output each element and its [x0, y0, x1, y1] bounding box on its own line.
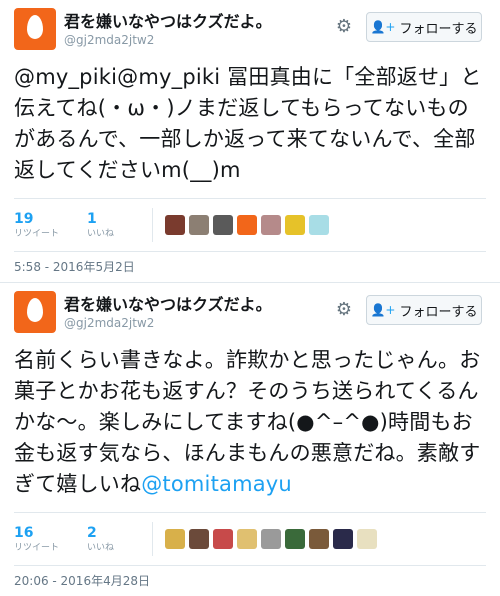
tweet-text-segment: @my_piki@my_piki 冨田真由に「全部返せ」と伝えてね(・ω・)ノま…	[14, 65, 482, 182]
like-stat[interactable]: 2 いいね	[87, 524, 114, 554]
tweet-timestamp[interactable]: 20:06 - 2016年4月28日	[14, 566, 486, 596]
user-avatar-icon[interactable]	[357, 529, 378, 549]
like-count[interactable]: 2	[87, 524, 114, 542]
user-avatar-icon[interactable]	[309, 215, 330, 235]
add-user-icon: 👤+	[370, 303, 396, 317]
user-avatar-icon[interactable]	[237, 529, 258, 549]
follow-button-label: フォローする	[399, 304, 478, 320]
retweet-count[interactable]: 16	[14, 524, 59, 542]
user-avatar-icon[interactable]	[309, 529, 330, 549]
tweet-header: 君を嫌いなやつはクズだよ。 @gj2mda2jtw2 ⚙ 👤+ フォローする	[14, 283, 486, 339]
retweet-stat[interactable]: 16 リツイート	[14, 524, 59, 554]
like-stat[interactable]: 1 いいね	[87, 210, 114, 240]
retweet-label: リツイート	[14, 543, 60, 553]
tweet-stats: 16 リツイート 2 いいね	[14, 512, 486, 566]
add-user-icon: 👤+	[370, 20, 396, 34]
mention-link[interactable]: @tomitamayu	[141, 472, 292, 496]
display-name[interactable]: 君を嫌いなやつはクズだよ。	[64, 12, 272, 32]
retweet-count[interactable]: 19	[14, 210, 59, 228]
user-handle[interactable]: @gj2mda2jtw2	[64, 32, 272, 48]
egg-icon	[27, 298, 43, 322]
like-label: いいね	[87, 229, 115, 239]
retweet-label: リツイート	[14, 229, 60, 239]
tweet-header: 君を嫌いなやつはクズだよ。 @gj2mda2jtw2 ⚙ 👤+ フォローする	[14, 0, 486, 56]
user-avatar-icon[interactable]	[261, 215, 282, 235]
display-name[interactable]: 君を嫌いなやつはクズだよ。	[64, 295, 272, 315]
tweet: 君を嫌いなやつはクズだよ。 @gj2mda2jtw2 ⚙ 👤+ フォローする @…	[0, 0, 500, 282]
user-names[interactable]: 君を嫌いなやつはクズだよ。 @gj2mda2jtw2	[64, 12, 272, 48]
tweet-list: 君を嫌いなやつはクズだよ。 @gj2mda2jtw2 ⚙ 👤+ フォローする @…	[0, 0, 500, 596]
follow-button[interactable]: 👤+ フォローする	[366, 295, 482, 325]
avatar[interactable]	[14, 8, 56, 50]
liker-avatars	[152, 522, 378, 556]
user-avatar-icon[interactable]	[189, 215, 210, 235]
egg-avatar-icon[interactable]	[237, 215, 258, 235]
like-label: いいね	[87, 543, 115, 553]
tweet: 君を嫌いなやつはクズだよ。 @gj2mda2jtw2 ⚙ 👤+ フォローする 名…	[0, 282, 500, 596]
user-avatar-icon[interactable]	[165, 529, 186, 549]
liker-avatars	[152, 208, 330, 242]
user-avatar-icon[interactable]	[213, 529, 234, 549]
user-avatar-icon[interactable]	[333, 529, 354, 549]
tweet-stats: 19 リツイート 1 いいね	[14, 198, 486, 252]
avatar[interactable]	[14, 291, 56, 333]
tweet-timestamp[interactable]: 5:58 - 2016年5月2日	[14, 252, 486, 282]
user-avatar-icon[interactable]	[285, 215, 306, 235]
user-avatar-icon[interactable]	[165, 215, 186, 235]
tweet-text: @my_piki@my_piki 冨田真由に「全部返せ」と伝えてね(・ω・)ノま…	[14, 62, 486, 186]
egg-icon	[27, 15, 43, 39]
user-avatar-icon[interactable]	[261, 529, 282, 549]
follow-button-label: フォローする	[399, 21, 478, 37]
user-avatar-icon[interactable]	[213, 215, 234, 235]
gear-icon[interactable]: ⚙	[335, 301, 353, 319]
tweet-text: 名前くらい書きなよ。詐欺かと思ったじゃん。お菓子とかお花も返すん？そのうち送られ…	[14, 345, 486, 500]
like-count[interactable]: 1	[87, 210, 114, 228]
user-handle[interactable]: @gj2mda2jtw2	[64, 315, 272, 331]
gear-icon[interactable]: ⚙	[335, 18, 353, 36]
user-avatar-icon[interactable]	[285, 529, 306, 549]
user-names[interactable]: 君を嫌いなやつはクズだよ。 @gj2mda2jtw2	[64, 295, 272, 331]
retweet-stat[interactable]: 19 リツイート	[14, 210, 59, 240]
follow-button[interactable]: 👤+ フォローする	[366, 12, 482, 42]
user-avatar-icon[interactable]	[189, 529, 210, 549]
